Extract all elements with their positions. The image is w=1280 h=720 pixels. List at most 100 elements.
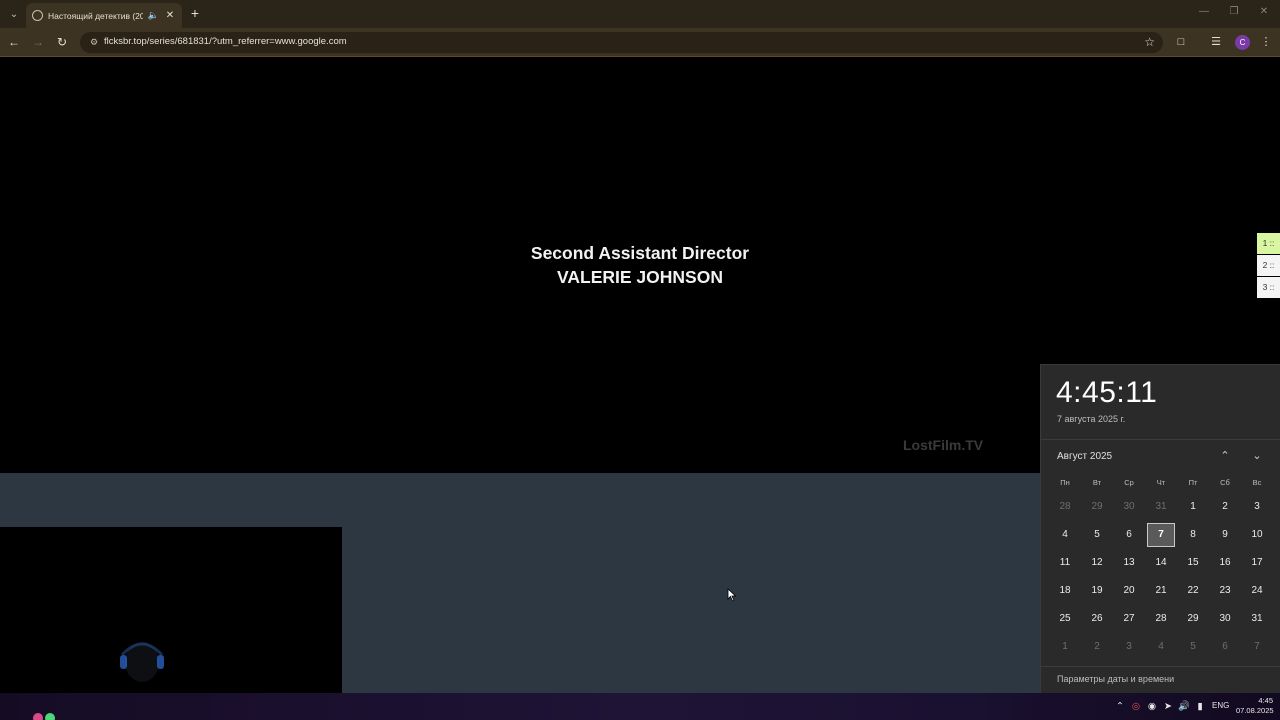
calendar-day[interactable]: 8	[1177, 521, 1209, 549]
calendar-day[interactable]: 28	[1145, 605, 1177, 633]
calendar-day[interactable]: 7	[1241, 633, 1273, 661]
calendar-day[interactable]: 15	[1177, 549, 1209, 577]
address-bar[interactable]: ⚙ flcksbr.top/series/681831/?utm_referre…	[80, 32, 1163, 53]
calendar-day[interactable]: 20	[1113, 577, 1145, 605]
chevron-up-icon[interactable]: ⌃	[1217, 449, 1233, 463]
calendar-day-number: 4	[1062, 529, 1068, 540]
calendar-day-number: 1	[1190, 501, 1196, 512]
close-icon[interactable]: ✕	[164, 10, 176, 21]
calendar-day[interactable]: 30	[1113, 493, 1145, 521]
url-text[interactable]: flcksbr.top/series/681831/?utm_referrer=…	[104, 36, 347, 47]
shield-icon[interactable]: ◎	[1130, 700, 1142, 713]
side-tab-2[interactable]: 2 ::	[1257, 255, 1280, 276]
video-watermark: LostFilm.TV	[903, 437, 984, 453]
steam-icon[interactable]: ◉	[1146, 700, 1158, 713]
new-tab-plus-icon[interactable]: +	[187, 5, 203, 21]
volume-icon[interactable]: 🔊	[1178, 700, 1190, 713]
calendar-day[interactable]: 30	[1209, 605, 1241, 633]
calendar-day-number: 9	[1222, 529, 1228, 540]
speaker-icon[interactable]: 🔈	[148, 10, 159, 21]
calendar-day[interactable]: 14	[1145, 549, 1177, 577]
calendar-day[interactable]: 5	[1177, 633, 1209, 661]
tab-search-chevron-icon[interactable]: ⌄	[5, 5, 23, 23]
calendar-day-number: 7	[1147, 523, 1175, 547]
divider	[1041, 439, 1280, 440]
calendar-day-number: 31	[1155, 501, 1167, 512]
calendar-month-label[interactable]: Август 2025	[1057, 451, 1112, 462]
calendar-day[interactable]: 1	[1177, 493, 1209, 521]
chevron-down-icon[interactable]: ⌄	[1249, 449, 1265, 463]
calendar-day[interactable]: 4	[1049, 521, 1081, 549]
calendar-day[interactable]: 12	[1081, 549, 1113, 577]
calendar-day[interactable]: 6	[1113, 521, 1145, 549]
calendar-day-number: 27	[1123, 613, 1135, 624]
calendar-day[interactable]: 2	[1081, 633, 1113, 661]
forward-arrow-icon[interactable]: →	[30, 34, 46, 50]
clock-date[interactable]: 7 августа 2025 г.	[1057, 414, 1125, 424]
calendar-day-number: 28	[1059, 501, 1071, 512]
bookmark-star-icon[interactable]: ☆	[1144, 35, 1155, 49]
calendar-day[interactable]: 21	[1145, 577, 1177, 605]
browser-tab-active[interactable]: Настоящий детектив (2014) 🔈 ✕	[26, 3, 182, 28]
taskbar-clock[interactable]: 4:45 07.08.2025	[1236, 696, 1274, 716]
calendar-day[interactable]: 29	[1177, 605, 1209, 633]
calendar-day-number: 2	[1094, 641, 1100, 652]
calendar-day[interactable]: 11	[1049, 549, 1081, 577]
calendar-day[interactable]: 25	[1049, 605, 1081, 633]
back-arrow-icon[interactable]: ←	[6, 34, 22, 50]
restore-icon[interactable]: ❐	[1226, 6, 1242, 17]
calendar-day[interactable]: 31	[1241, 605, 1273, 633]
calendar-day[interactable]: 23	[1209, 577, 1241, 605]
calendar-day-number: 30	[1123, 501, 1135, 512]
calendar-days: 28 29 30 31 1 2 3 4 5 6 7 8 9 10 11 12 13 14 15 16 17 18 19 20 2…	[1049, 493, 1273, 661]
site-info-icon[interactable]: ⚙	[88, 36, 100, 48]
media-controls-icon[interactable]: ☰	[1208, 34, 1224, 50]
calendar-day-number: 5	[1094, 529, 1100, 540]
side-tab-1[interactable]: 1 ::	[1257, 233, 1280, 254]
calendar-day-today[interactable]: 7	[1145, 521, 1177, 549]
calendar-day[interactable]: 6	[1209, 633, 1241, 661]
calendar-day-number: 17	[1251, 557, 1263, 568]
calendar-day[interactable]: 5	[1081, 521, 1113, 549]
calendar-day[interactable]: 27	[1113, 605, 1145, 633]
taskbar-app-icon[interactable]	[30, 709, 70, 720]
language-indicator[interactable]: ENG	[1212, 701, 1229, 710]
calendar-day[interactable]: 10	[1241, 521, 1273, 549]
calendar-day-number: 3	[1126, 641, 1132, 652]
calendar-day[interactable]: 13	[1113, 549, 1145, 577]
side-tab-3[interactable]: 3 ::	[1257, 277, 1280, 298]
calendar-day-number: 12	[1091, 557, 1103, 568]
calendar-day[interactable]: 3	[1113, 633, 1145, 661]
show-hidden-icons-chevron-icon[interactable]: ⌃	[1115, 700, 1125, 713]
date-time-settings-link[interactable]: Параметры даты и времени	[1057, 674, 1174, 684]
calendar-day[interactable]: 31	[1145, 493, 1177, 521]
window-close-icon[interactable]: ✕	[1256, 6, 1272, 17]
calendar-day[interactable]: 17	[1241, 549, 1273, 577]
menu-kebab-icon[interactable]: ⋮	[1258, 34, 1274, 50]
profile-avatar[interactable]: C	[1235, 35, 1250, 50]
calendar-day[interactable]: 28	[1049, 493, 1081, 521]
calendar-day-number: 13	[1123, 557, 1135, 568]
calendar-day[interactable]: 3	[1241, 493, 1273, 521]
calendar-day-number: 16	[1219, 557, 1231, 568]
calendar-day[interactable]: 4	[1145, 633, 1177, 661]
microphone-icon[interactable]: ▮	[1195, 700, 1205, 713]
calendar-day[interactable]: 16	[1209, 549, 1241, 577]
reload-icon[interactable]: ↻	[54, 34, 70, 50]
calendar-day[interactable]: 9	[1209, 521, 1241, 549]
calendar-day[interactable]: 22	[1177, 577, 1209, 605]
calendar-day[interactable]: 19	[1081, 577, 1113, 605]
calendar-day[interactable]: 24	[1241, 577, 1273, 605]
calendar-grid: Пн Вт Ср Чт Пт Сб Вс 28 29 30 31 1 2 3 4 5 6 7 8 9 10 11 12 13…	[1049, 473, 1273, 661]
calendar-day[interactable]: 26	[1081, 605, 1113, 633]
calendar-day[interactable]: 18	[1049, 577, 1081, 605]
minimize-icon[interactable]: —	[1196, 6, 1212, 17]
extensions-puzzle-icon[interactable]: □	[1173, 34, 1189, 50]
calendar-day[interactable]: 29	[1081, 493, 1113, 521]
calendar-day[interactable]: 2	[1209, 493, 1241, 521]
calendar-day-number: 25	[1059, 613, 1071, 624]
calendar-weekday: Пт	[1188, 478, 1198, 487]
calendar-day[interactable]: 1	[1049, 633, 1081, 661]
calendar-day-number: 6	[1222, 641, 1228, 652]
telegram-icon[interactable]: ➤	[1162, 700, 1174, 713]
